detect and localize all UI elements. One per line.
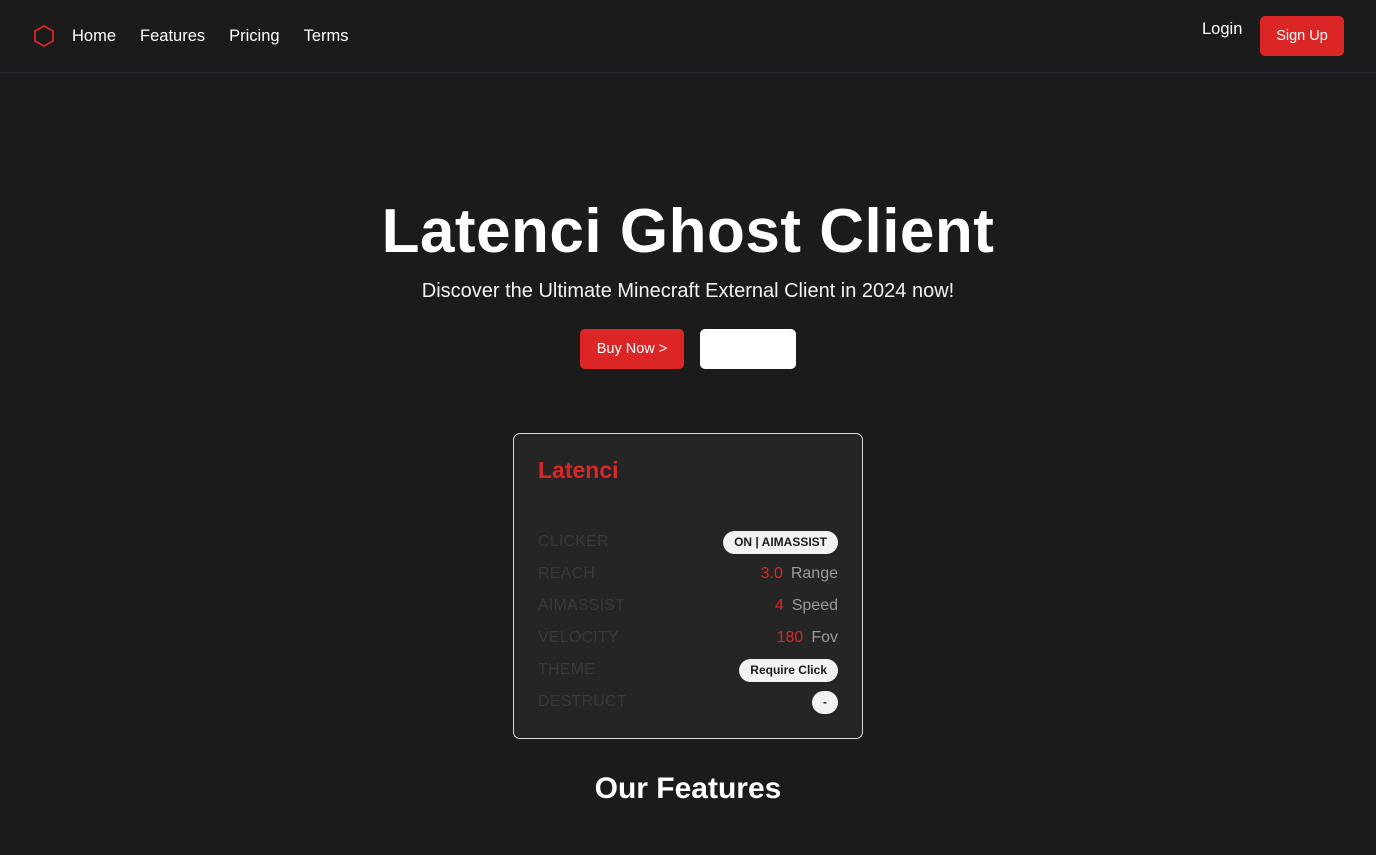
nav-link-pricing[interactable]: Pricing — [229, 26, 279, 46]
features-heading: Our Features — [594, 772, 782, 805]
setting-label: THEME — [538, 661, 595, 678]
hero-subtitle: Discover the Ultimate Minecraft External… — [421, 280, 955, 302]
setting-row-destruct: DESTRUCT - — [538, 690, 838, 714]
setting-value-group: 3.0 Range — [761, 565, 838, 583]
aimassist-value: 4 — [774, 597, 784, 614]
setting-label: REACH — [538, 565, 596, 582]
setting-row-theme: THEME Require Click — [538, 658, 838, 682]
nav-link-features[interactable]: Features — [140, 26, 205, 46]
nav-link-terms[interactable]: Terms — [304, 26, 349, 46]
destruct-toggle-pill[interactable]: - — [812, 690, 838, 714]
hero-title: Latenci Ghost Client — [381, 197, 995, 266]
setting-label: DESTRUCT — [538, 693, 627, 710]
aimassist-unit: Speed — [791, 597, 838, 614]
card-title: Latenci — [538, 457, 619, 483]
reach-unit: Range — [790, 565, 838, 582]
clicker-toggle-pill[interactable]: ON | AIMASSIST — [723, 530, 838, 554]
nav-links: Home Features Pricing Terms — [72, 26, 349, 46]
buy-now-button[interactable]: Buy Now > — [580, 329, 684, 369]
secondary-button[interactable] — [700, 329, 796, 369]
signup-button[interactable]: Sign Up — [1260, 16, 1344, 56]
setting-row-velocity: VELOCITY 180 Fov — [538, 626, 838, 650]
setting-row-reach: REACH 3.0 Range — [538, 562, 838, 586]
setting-label: CLICKER — [538, 533, 609, 550]
nav-link-home[interactable]: Home — [72, 26, 116, 46]
setting-label: AIMASSIST — [538, 597, 626, 614]
velocity-unit: Fov — [811, 629, 838, 646]
navbar: Home Features Pricing Terms Login Sign U… — [0, 0, 1376, 73]
velocity-value: 180 — [776, 629, 804, 646]
setting-value-group: 180 Fov — [777, 629, 838, 647]
client-preview-card: Latenci CLICKER ON | AIMASSIST REACH 3.0… — [513, 433, 863, 739]
login-link[interactable]: Login — [1202, 19, 1242, 39]
reach-value: 3.0 — [760, 565, 783, 582]
theme-toggle-pill[interactable]: Require Click — [739, 658, 838, 682]
setting-row-clicker: CLICKER ON | AIMASSIST — [538, 530, 838, 554]
setting-row-aimassist: AIMASSIST 4 Speed — [538, 594, 838, 618]
setting-label: VELOCITY — [538, 629, 619, 646]
hexagon-icon[interactable] — [32, 24, 56, 48]
setting-value-group: 4 Speed — [775, 597, 838, 615]
